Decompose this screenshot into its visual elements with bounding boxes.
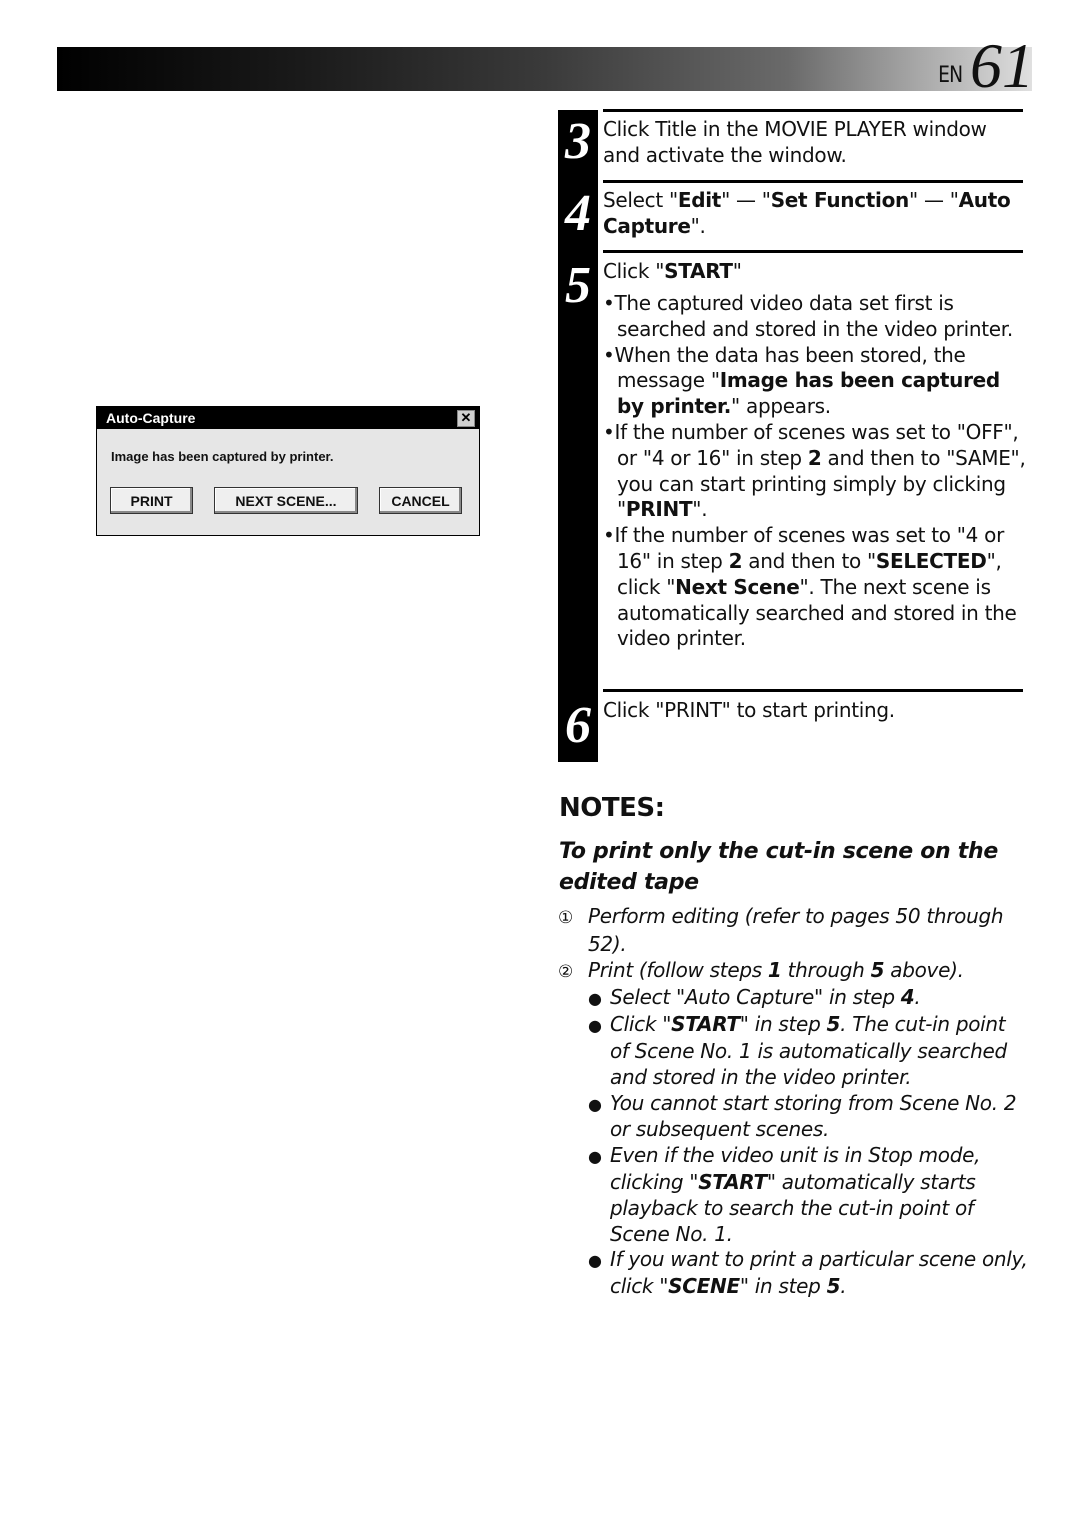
step-divider (603, 250, 1023, 253)
dialog-titlebar[interactable]: Auto-Capture ✕ (97, 407, 479, 429)
bullet-dot-icon: ● (588, 1094, 602, 1114)
bold-text: 2 (728, 548, 743, 573)
next-scene-button[interactable]: NEXT SCENE... (214, 487, 358, 514)
numbered-note: ② Print (follow steps 1 through 5 above). (558, 958, 1028, 986)
note-text: If you want to print a particular scene … (610, 1247, 1028, 1299)
circled-number-marker: ① (558, 908, 573, 928)
bold-text: Image has been captured by printer. (617, 368, 1000, 419)
bold-text: 4 (900, 985, 915, 1010)
bullet-dot-icon: ● (588, 1016, 602, 1036)
circled-number-marker: ② (558, 961, 573, 982)
notes-subheading: To print only the cut-in scene on the ed… (559, 839, 998, 895)
bold-text: SCENE (668, 1274, 740, 1299)
step-5-text: Click "START" (603, 259, 742, 283)
step-divider (603, 180, 1023, 183)
bold-text: 5 (826, 1012, 841, 1037)
notes-heading: NOTES: (559, 793, 665, 823)
sub-note: ● If you want to print a particular scene… (558, 1247, 1028, 1300)
bullet-dot-icon: ● (588, 1147, 602, 1167)
bullet-item: •The captured video data set first is se… (603, 291, 1013, 341)
note-text: Perform editing (refer to pages 50 throu… (588, 904, 1004, 956)
print-button[interactable]: PRINT (110, 487, 193, 514)
step-number: 4 (565, 185, 591, 242)
bold-text: START (698, 1169, 767, 1194)
page-label: EN 61 (936, 30, 1034, 101)
step-6-text: Click "PRINT" to start printing. (603, 698, 895, 722)
notes-list: ① Perform editing (refer to pages 50 thro… (558, 904, 1028, 1300)
bold-text: 5 (826, 1274, 841, 1299)
bullet-item: •If the number of scenes was set to "4 o… (603, 523, 1017, 651)
numbered-note: ① Perform editing (refer to pages 50 thro… (558, 904, 1028, 958)
step-number: 5 (565, 257, 591, 314)
note-text: Print (follow steps 1 through 5 above). (588, 957, 964, 982)
step-3-text: Click Title in the MOVIE PLAYER window a… (603, 117, 987, 167)
cancel-button[interactable]: CANCEL (379, 487, 462, 514)
bold-text: PRINT (625, 497, 693, 522)
bullet-dot-icon: ● (588, 989, 602, 1009)
step-number: 6 (565, 697, 591, 754)
note-text: You cannot start storing from Scene No. … (610, 1090, 1017, 1142)
header-gradient-bar (57, 47, 1032, 91)
step-number: 3 (565, 113, 591, 170)
page-number: 61 (970, 30, 1034, 101)
sub-note: ● Click "START" in step 5. The cut-in poi… (558, 1012, 1028, 1090)
step-divider (603, 109, 1023, 112)
bullet-dot-icon: ● (588, 1251, 602, 1271)
bold-text: START (664, 259, 733, 283)
note-text: Even if the video unit is in Stop mode, … (610, 1143, 981, 1246)
bold-text: 2 (807, 445, 822, 470)
bold-text: START (671, 1012, 740, 1037)
step-divider (603, 689, 1023, 692)
sub-note: ● You cannot start storing from Scene No.… (558, 1091, 1028, 1144)
bold-text: Set Function (770, 188, 910, 212)
bullet-item: •When the data has been stored, the mess… (603, 342, 1000, 419)
step-5-bullets: •The captured video data set first is se… (603, 291, 1028, 652)
bullet-item: •If the number of scenes was set to "OFF… (603, 419, 1026, 522)
bold-text: 5 (870, 957, 885, 982)
dialog-title: Auto-Capture (106, 410, 196, 426)
step-4-text: Select "Edit" — "Set Function" — "Auto C… (603, 188, 1011, 238)
auto-capture-dialog: Auto-Capture ✕ Image has been captured b… (96, 406, 480, 536)
bold-text: SELECTED (875, 548, 987, 573)
language-code: EN (937, 63, 963, 88)
sub-note: ● Even if the video unit is in Stop mode,… (558, 1143, 1028, 1247)
bold-text: Next Scene (675, 574, 800, 599)
close-icon[interactable]: ✕ (457, 410, 475, 427)
bold-text: 1 (767, 957, 782, 982)
bold-text: Edit (677, 188, 722, 212)
sub-note: ● Select "Auto Capture" in step 4. (558, 985, 1028, 1012)
note-text: Click "START" in step 5. The cut-in poin… (610, 1012, 1007, 1089)
dialog-message: Image has been captured by printer. (111, 449, 334, 464)
note-text: Select "Auto Capture" in step 4. (610, 985, 921, 1010)
